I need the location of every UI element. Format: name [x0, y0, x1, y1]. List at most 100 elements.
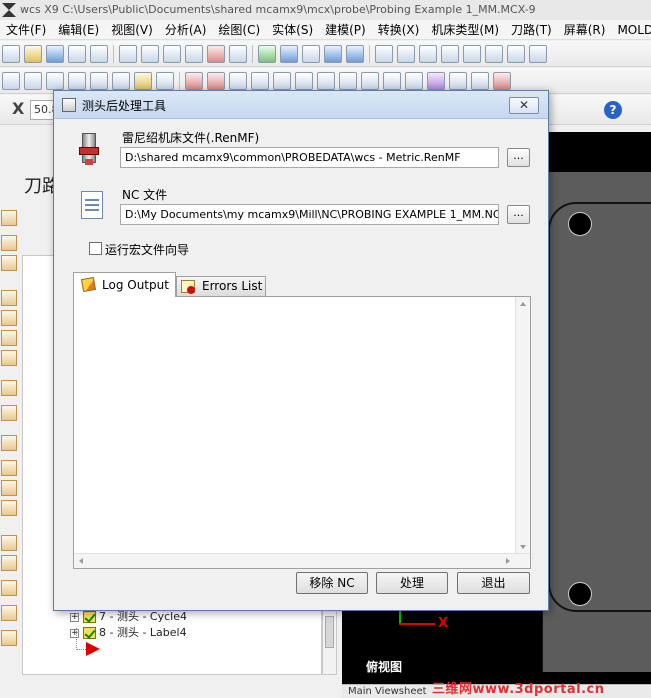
ops-tool-icon[interactable] — [1, 460, 17, 476]
pan-icon[interactable] — [302, 45, 320, 63]
log-horizontal-scrollbar[interactable] — [74, 553, 530, 568]
ops-tool-icon[interactable] — [1, 630, 17, 646]
nc-path-input[interactable]: D:\My Documents\my mcamx9\Mill\NC\PROBIN… — [120, 204, 499, 225]
spline-icon[interactable] — [112, 72, 130, 90]
window-zoom-icon[interactable] — [141, 45, 159, 63]
view-iso-icon[interactable] — [441, 45, 459, 63]
rectangle-icon[interactable] — [68, 72, 86, 90]
close-button[interactable]: ✕ — [509, 97, 539, 114]
grid-icon[interactable] — [471, 72, 489, 90]
renmf-browse-button[interactable]: ... — [507, 148, 530, 167]
scroll-left-icon[interactable] — [79, 558, 83, 564]
tree-item[interactable]: +7 - 测头 - Cycle4 — [70, 610, 187, 624]
scroll-up-icon[interactable] — [520, 302, 526, 306]
new-file-icon[interactable] — [2, 45, 20, 63]
process-button[interactable]: 处理 — [376, 572, 448, 594]
menu-item[interactable]: 机床类型(M) — [425, 20, 505, 39]
view-left-icon[interactable] — [485, 45, 503, 63]
menu-item[interactable]: 刀路(T) — [505, 20, 558, 39]
ops-tool-icon[interactable] — [1, 435, 17, 451]
zoom-target-icon[interactable] — [163, 45, 181, 63]
scroll-down-icon[interactable] — [520, 545, 526, 549]
menu-item[interactable]: 建模(P) — [319, 20, 372, 39]
insert-arrow-icon[interactable] — [86, 642, 100, 656]
offset-icon[interactable] — [273, 72, 291, 90]
checked-operation-icon[interactable] — [83, 627, 96, 639]
arc-icon[interactable] — [90, 72, 108, 90]
level-icon[interactable] — [449, 72, 467, 90]
zoom-out-icon[interactable] — [229, 45, 247, 63]
undo-icon[interactable] — [324, 45, 342, 63]
line-icon[interactable] — [24, 72, 42, 90]
ops-tool-icon[interactable] — [1, 535, 17, 551]
menu-item[interactable]: 转换(X) — [372, 20, 426, 39]
checked-operation-icon[interactable] — [83, 611, 96, 623]
trim-icon[interactable] — [185, 72, 203, 90]
save-icon[interactable] — [46, 45, 64, 63]
menu-item[interactable]: 实体(S) — [266, 20, 319, 39]
renmf-path-input[interactable]: D:\shared mcamx9\common\PROBEDATA\wcs - … — [120, 147, 499, 168]
tree-item[interactable]: +8 - 测头 - Label4 — [70, 626, 187, 640]
ops-tool-icon[interactable] — [1, 580, 17, 596]
ops-tool-icon[interactable] — [1, 290, 17, 306]
cylinder-icon[interactable] — [134, 72, 152, 90]
view-bottom-icon[interactable] — [463, 45, 481, 63]
ops-tool-icon[interactable] — [1, 210, 17, 226]
scale-icon[interactable] — [361, 72, 379, 90]
expand-icon[interactable]: + — [70, 612, 79, 622]
fit-icon[interactable] — [119, 45, 137, 63]
menu-item[interactable]: 文件(F) — [0, 20, 52, 39]
menu-item[interactable]: 编辑(E) — [52, 20, 105, 39]
ops-tool-icon[interactable] — [1, 605, 17, 621]
dynamic-rotate-icon[interactable] — [280, 45, 298, 63]
toolpath-icon[interactable] — [493, 72, 511, 90]
circle-icon[interactable] — [46, 72, 64, 90]
scroll-right-icon[interactable] — [506, 558, 510, 564]
solid-icon[interactable] — [427, 72, 445, 90]
print-preview-icon[interactable] — [90, 45, 108, 63]
open-file-icon[interactable] — [24, 45, 42, 63]
ops-tool-icon[interactable] — [1, 480, 17, 496]
zoom-icon[interactable] — [185, 45, 203, 63]
project-icon[interactable] — [405, 72, 423, 90]
remove-nc-button[interactable]: 移除 NC — [296, 572, 368, 594]
ops-tool-icon[interactable] — [1, 255, 17, 271]
rotate-icon[interactable] — [258, 45, 276, 63]
menu-item[interactable]: 视图(V) — [105, 20, 159, 39]
exit-button[interactable]: 退出 — [457, 572, 530, 594]
ops-tool-icon[interactable] — [1, 380, 17, 396]
fillet-icon[interactable] — [229, 72, 247, 90]
chamfer-icon[interactable] — [251, 72, 269, 90]
delete-icon[interactable] — [207, 72, 225, 90]
menu-item[interactable]: MOLDPLUS — [611, 20, 651, 39]
tab-log-output[interactable]: Log Output — [73, 272, 176, 297]
help-icon[interactable]: ? — [604, 101, 622, 119]
surface-icon[interactable] — [156, 72, 174, 90]
view-custom-icon[interactable] — [529, 45, 547, 63]
array-icon[interactable] — [383, 72, 401, 90]
point-icon[interactable] — [2, 72, 20, 90]
ops-tool-icon[interactable] — [1, 405, 17, 421]
translate-icon[interactable] — [317, 72, 335, 90]
expand-icon[interactable]: + — [70, 628, 79, 638]
nc-browse-button[interactable]: ... — [507, 205, 530, 224]
view-top-icon[interactable] — [375, 45, 393, 63]
log-vertical-scrollbar[interactable] — [515, 297, 530, 554]
menu-item[interactable]: 屏幕(R) — [558, 20, 612, 39]
mirror-icon[interactable] — [295, 72, 313, 90]
ops-tool-icon[interactable] — [1, 235, 17, 251]
scrollbar-thumb[interactable] — [325, 616, 334, 648]
print-icon[interactable] — [68, 45, 86, 63]
redo-icon[interactable] — [346, 45, 364, 63]
unzoom-icon[interactable] — [207, 45, 225, 63]
ops-tool-icon[interactable] — [1, 310, 17, 326]
view-right-icon[interactable] — [419, 45, 437, 63]
menu-item[interactable]: 分析(A) — [159, 20, 213, 39]
rotate-entity-icon[interactable] — [339, 72, 357, 90]
macro-wizard-checkbox[interactable] — [89, 242, 102, 255]
view-back-icon[interactable] — [507, 45, 525, 63]
ops-tool-icon[interactable] — [1, 555, 17, 571]
tab-errors-list[interactable]: Errors List — [176, 276, 266, 296]
ops-tool-icon[interactable] — [1, 330, 17, 346]
view-front-icon[interactable] — [397, 45, 415, 63]
